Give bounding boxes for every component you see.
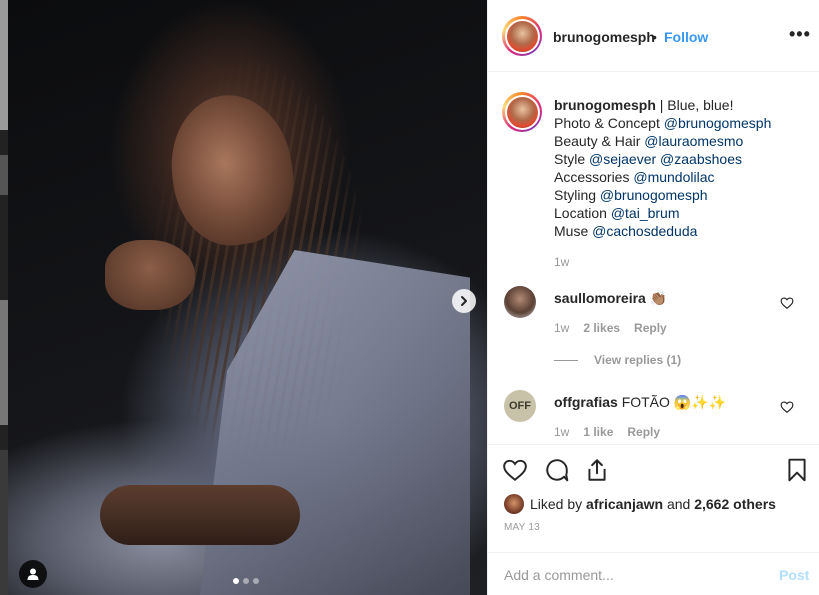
more-options-button[interactable]: ••• [789, 24, 811, 45]
caption-line: Accessories @mundolilac [554, 169, 715, 185]
comment-timestamp[interactable]: 1w [554, 425, 569, 439]
commenter-avatar[interactable] [504, 286, 536, 318]
post-header: brunogomesph • Follow ••• [488, 0, 819, 72]
caption-line: Beauty & Hair @lauraomesmo [554, 133, 744, 149]
caption-line: Styling @brunogomesph [554, 187, 708, 203]
post-actions: Liked by africanjawn and 2,662 others MA… [488, 444, 819, 544]
caption-timestamp[interactable]: 1w [554, 255, 569, 269]
comment-meta: 1w 1 like Reply [554, 425, 660, 439]
mention-link[interactable]: @lauraomesmo [644, 133, 743, 149]
caption-line: Photo & Concept @brunogomesph [554, 115, 772, 131]
post-date[interactable]: MAY 13 [504, 522, 540, 533]
reply-button[interactable]: Reply [627, 425, 660, 439]
caption-username[interactable]: brunogomesph [554, 97, 656, 113]
post-side-panel: brunogomesph • Follow ••• brunogomesph |… [487, 0, 819, 595]
heart-icon[interactable] [502, 457, 528, 483]
comment-icon[interactable] [544, 457, 570, 483]
add-comment-input[interactable]: Add a comment... [504, 567, 614, 583]
caption-line: Muse @cachosdeduda [554, 223, 698, 239]
share-icon[interactable] [584, 457, 610, 483]
replies-divider [554, 359, 578, 361]
separator-dot: • [652, 29, 657, 45]
likes-summary: Liked by africanjawn and 2,662 others [504, 494, 776, 514]
comment-like-icon[interactable] [780, 400, 794, 414]
mention-link[interactable]: @brunogomesph [600, 187, 708, 203]
tagged-users-button[interactable] [19, 560, 47, 588]
comments-list[interactable]: brunogomesph | Blue, blue! Photo & Conce… [488, 72, 819, 444]
comment-like-icon[interactable] [780, 296, 794, 310]
reply-button[interactable]: Reply [634, 321, 667, 335]
post-comment-button[interactable]: Post [779, 567, 809, 583]
comment-timestamp[interactable]: 1w [554, 321, 569, 335]
caption-line: Style @sejaever @zaabshoes [554, 151, 742, 167]
carousel-dot [233, 578, 239, 584]
mention-link[interactable]: @sejaever [589, 151, 656, 167]
caption-line: Location @tai_brum [554, 205, 680, 221]
likes-others-link[interactable]: 2,662 others [694, 496, 776, 512]
view-replies-button[interactable]: View replies (1) [554, 353, 681, 367]
next-slide-button[interactable] [452, 289, 476, 313]
caption-text: brunogomesph | Blue, blue! Photo & Conce… [554, 96, 804, 240]
liker-avatar[interactable] [504, 494, 524, 514]
previous-post-edge [0, 0, 8, 595]
mention-link[interactable]: @mundolilac [633, 169, 714, 185]
comment-likes-count[interactable]: 1 like [583, 425, 613, 439]
mention-link[interactable]: @cachosdeduda [592, 223, 697, 239]
author-avatar[interactable] [502, 16, 542, 56]
post-photo[interactable] [0, 0, 487, 595]
liker-username[interactable]: africanjawn [586, 496, 663, 512]
author-username[interactable]: brunogomesph [553, 29, 655, 45]
photo-arm [100, 485, 300, 545]
mention-link[interactable]: @brunogomesph [664, 115, 772, 131]
chevron-right-icon [461, 296, 467, 306]
carousel-indicator [233, 578, 259, 584]
caption-title: | Blue, blue! [659, 97, 734, 113]
commenter-username[interactable]: saullomoreira [554, 290, 646, 306]
carousel-dot [253, 578, 259, 584]
mention-link[interactable]: @tai_brum [611, 205, 680, 221]
bookmark-icon[interactable] [784, 457, 810, 483]
follow-button[interactable]: Follow [664, 29, 708, 45]
commenter-username[interactable]: offgrafias [554, 394, 618, 410]
add-comment-bar: Add a comment... Post [488, 552, 819, 595]
comment-meta: 1w 2 likes Reply [554, 321, 667, 335]
photo-hand [105, 240, 195, 310]
carousel-dot [243, 578, 249, 584]
caption-avatar[interactable] [502, 92, 542, 132]
comment-text: saullomoreira 👏🏽 [554, 290, 668, 306]
comment-text: offgrafias FOTÃO 😱✨✨ [554, 394, 727, 410]
mention-link[interactable]: @zaabshoes [660, 151, 742, 167]
user-icon [27, 568, 39, 580]
commenter-avatar[interactable]: OFF [504, 390, 536, 422]
comment-likes-count[interactable]: 2 likes [583, 321, 620, 335]
